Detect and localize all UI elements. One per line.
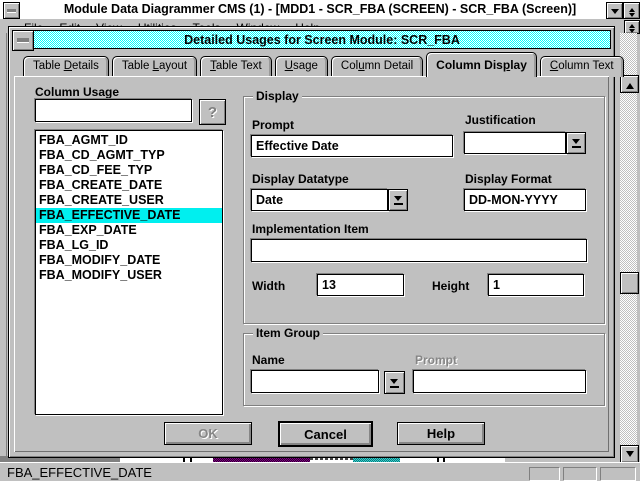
tab-usage[interactable]: Usage xyxy=(275,56,328,77)
minimize-icon xyxy=(611,9,619,18)
prompt-label: Prompt xyxy=(252,118,294,132)
tab-column-text[interactable]: Column Text xyxy=(540,56,624,77)
restore-button[interactable] xyxy=(623,2,640,19)
mdi-restore-icon xyxy=(629,21,635,28)
column-usage-label: Column Usage xyxy=(35,85,119,99)
implementation-item-label: Implementation Item xyxy=(252,222,369,236)
mdi-restore-button[interactable] xyxy=(624,20,640,34)
width-input[interactable] xyxy=(317,274,404,296)
column-usage-item[interactable]: FBA_EFFECTIVE_DATE xyxy=(36,208,222,223)
display-datatype-value[interactable] xyxy=(251,189,388,211)
dialog-system-menu-button[interactable] xyxy=(12,30,34,51)
tab-column-detail[interactable]: Column Detail xyxy=(331,56,423,77)
prompt-input[interactable] xyxy=(251,135,453,157)
chevron-down-icon xyxy=(572,138,581,148)
tab-column-display[interactable]: Column Display xyxy=(426,52,537,77)
item-group-name-label: Name xyxy=(252,353,285,367)
restore-icon xyxy=(629,5,635,12)
column-usage-item[interactable]: FBA_CD_AGMT_TYP xyxy=(36,148,222,163)
main-window-title: Module Data Diagrammer CMS (1) - [MDD1 -… xyxy=(0,2,640,16)
item-group-name-dropdown-button[interactable] xyxy=(384,371,405,394)
justification-dropdown-button[interactable] xyxy=(566,132,586,154)
status-message: FBA_EFFECTIVE_DATE xyxy=(7,465,152,480)
scroll-down-button[interactable] xyxy=(620,445,639,463)
implementation-item-input[interactable] xyxy=(251,239,587,262)
column-usage-input[interactable] xyxy=(35,99,192,122)
tab-table-text[interactable]: Table Text xyxy=(200,56,272,77)
column-usage-item[interactable]: FBA_MODIFY_USER xyxy=(36,268,222,283)
justification-value[interactable] xyxy=(464,132,566,154)
height-input[interactable] xyxy=(488,274,584,296)
display-format-input[interactable] xyxy=(464,189,586,211)
tab-panel-column-display: Column Usage ? FBA_AGMT_ID FBA_CD_AGMT_T… xyxy=(14,76,609,452)
detailed-usages-dialog: Detailed Usages for Screen Module: SCR_F… xyxy=(8,26,615,458)
item-group-prompt-input[interactable] xyxy=(413,370,586,393)
main-window-titlebar: Module Data Diagrammer CMS (1) - [MDD1 -… xyxy=(0,0,640,20)
tab-strip: Table Details Table Layout Table Text Us… xyxy=(23,52,608,77)
chevron-down-icon xyxy=(390,378,399,388)
status-panel xyxy=(529,467,560,481)
vertical-scrollbar[interactable] xyxy=(620,33,637,462)
cancel-button[interactable]: Cancel xyxy=(279,422,372,446)
column-usage-item[interactable]: FBA_EXP_DATE xyxy=(36,223,222,238)
width-label: Width xyxy=(252,279,285,293)
question-mark-icon: ? xyxy=(208,104,217,121)
chevron-down-icon xyxy=(394,195,403,205)
scroll-down-icon xyxy=(626,451,634,460)
height-label: Height xyxy=(432,279,469,293)
display-datatype-combobox[interactable] xyxy=(251,189,408,211)
scrollbar-thumb[interactable] xyxy=(620,272,639,294)
scroll-up-button[interactable] xyxy=(620,75,639,93)
tab-table-layout[interactable]: Table Layout xyxy=(112,56,197,77)
column-usage-item[interactable]: FBA_AGMT_ID xyxy=(36,133,222,148)
status-panel xyxy=(563,467,597,481)
dialog-title: Detailed Usages for Screen Module: SCR_F… xyxy=(34,33,610,47)
status-bar: FBA_EFFECTIVE_DATE xyxy=(0,462,640,481)
ok-button[interactable]: OK xyxy=(164,422,252,445)
display-group-legend: Display xyxy=(253,89,302,103)
column-usage-item[interactable]: FBA_CREATE_DATE xyxy=(36,178,222,193)
column-usage-item[interactable]: FBA_LG_ID xyxy=(36,238,222,253)
column-usage-listbox[interactable]: FBA_AGMT_ID FBA_CD_AGMT_TYP FBA_CD_FEE_T… xyxy=(35,130,223,415)
help-button[interactable]: Help xyxy=(397,422,485,445)
lov-help-button[interactable]: ? xyxy=(199,99,226,125)
status-panel xyxy=(600,467,636,481)
display-datatype-dropdown-button[interactable] xyxy=(388,189,408,211)
dialog-titlebar: Detailed Usages for Screen Module: SCR_F… xyxy=(12,30,611,49)
column-usage-item[interactable]: FBA_MODIFY_DATE xyxy=(36,253,222,268)
column-usage-item[interactable]: FBA_CD_FEE_TYP xyxy=(36,163,222,178)
item-group-prompt-label: Prompt xyxy=(415,353,457,367)
item-group-name-input[interactable] xyxy=(251,370,379,393)
dialog-system-menu-icon xyxy=(17,38,29,42)
justification-combobox[interactable] xyxy=(464,132,586,154)
display-datatype-label: Display Datatype xyxy=(252,172,349,186)
display-format-label: Display Format xyxy=(465,172,552,186)
item-group-legend: Item Group xyxy=(253,326,323,340)
justification-label: Justification xyxy=(465,113,536,127)
scroll-up-icon xyxy=(626,80,634,89)
minimize-button[interactable] xyxy=(606,2,623,19)
column-usage-item[interactable]: FBA_CREATE_USER xyxy=(36,193,222,208)
tab-table-details[interactable]: Table Details xyxy=(23,56,109,77)
mdi-window-frame xyxy=(0,33,7,462)
